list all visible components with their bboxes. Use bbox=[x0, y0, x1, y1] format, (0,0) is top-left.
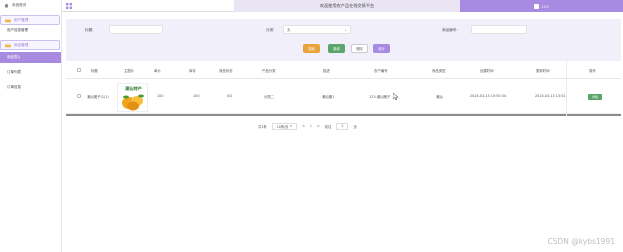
detail-button[interactable]: 详情 bbox=[588, 94, 602, 100]
table-header: 标题 主图片 单价 库存 商品状态 产品分类 描述 农户编号 商品类型 创建时间… bbox=[66, 61, 621, 79]
sidebar-group-label: 商品管理 bbox=[14, 42, 29, 47]
product-image-art: 潮汕特产 bbox=[118, 84, 147, 111]
cell-type: 潮汕 bbox=[436, 95, 443, 99]
goto-label: 前往 bbox=[324, 124, 332, 129]
add-button[interactable]: 新增 bbox=[328, 44, 345, 53]
title-field-label: 标题: bbox=[85, 28, 94, 32]
cell-category: 分类二 bbox=[264, 95, 275, 99]
col-stock: 库存 bbox=[189, 69, 196, 73]
sidebar-item-user-info[interactable]: 用户信息管理 bbox=[0, 25, 61, 36]
table-row[interactable]: 潮汕猪子(1/1) 潮汕特产 100 100 0/2 分类二 潮汕猪1 123-… bbox=[66, 79, 621, 114]
home-icon bbox=[4, 3, 9, 8]
category-select[interactable]: 无 ∨ bbox=[283, 25, 351, 34]
col-action: 操作 bbox=[589, 69, 596, 73]
chevron-down-icon: ∨ bbox=[344, 28, 347, 32]
stats-button[interactable]: 统计 bbox=[373, 44, 390, 53]
cell-created: 2024-03-13 15:50:34 bbox=[470, 94, 507, 98]
product-image: 潮汕特产 bbox=[117, 83, 148, 112]
col-status: 商品状态 bbox=[219, 69, 233, 73]
goods-table: 标题 主图片 单价 库存 商品状态 产品分类 描述 农户编号 商品类型 创建时间… bbox=[66, 61, 621, 116]
col-title: 标题 bbox=[91, 69, 98, 73]
sidebar-group-user[interactable]: 用户管理 bbox=[0, 15, 60, 25]
user-menu[interactable]: 123 bbox=[460, 0, 623, 12]
goto-input[interactable]: 1 bbox=[336, 122, 349, 130]
category-field-label: 分类: bbox=[266, 28, 275, 32]
sidebar-group-goods[interactable]: 商品管理 bbox=[0, 40, 60, 50]
mouse-cursor-icon bbox=[393, 93, 399, 100]
total-count: 共1条 bbox=[258, 124, 267, 129]
page-title: 欢迎使用农产品在线交易平台 bbox=[234, 0, 460, 12]
sidebar: 系统首页 用户管理 用户信息管理 商品管理 商品表() 订单列表 订单信息 bbox=[0, 0, 62, 252]
title-input[interactable] bbox=[109, 25, 163, 34]
crown-icon bbox=[5, 17, 11, 22]
sidebar-item-label: 订单列表 bbox=[7, 70, 21, 74]
search-panel: 标题: 分类: 无 ∨ 商品编号: bbox=[66, 19, 621, 61]
product-no-field-label: 商品编号: bbox=[442, 28, 458, 32]
col-description: 描述 bbox=[323, 69, 330, 73]
product-no-input[interactable] bbox=[471, 25, 527, 34]
pagination: 共1条 10条/页 ∨ < 1 > 前往 1 页 bbox=[258, 122, 357, 130]
cell-farmer-no: 123-潮汕猪子 bbox=[369, 95, 391, 99]
cell-price: 100 bbox=[157, 94, 164, 98]
row-checkbox[interactable] bbox=[77, 94, 81, 98]
sidebar-item-orders[interactable]: 订单列表 bbox=[0, 67, 61, 78]
sidebar-item-label: 订单信息 bbox=[7, 85, 21, 89]
col-image: 主图片 bbox=[124, 69, 135, 73]
col-price: 单价 bbox=[154, 69, 161, 73]
page-size-select[interactable]: 10条/页 ∨ bbox=[271, 122, 298, 130]
sidebar-home[interactable]: 系统首页 bbox=[0, 0, 61, 11]
select-all-checkbox[interactable] bbox=[77, 68, 81, 72]
crown-icon bbox=[5, 42, 11, 47]
menu-grid-icon[interactable] bbox=[66, 3, 72, 9]
col-created: 创建时间 bbox=[480, 69, 494, 73]
cell-stock: 100 bbox=[193, 94, 200, 98]
sidebar-home-label: 系统首页 bbox=[12, 3, 27, 7]
product-image-caption: 潮汕特产 bbox=[125, 85, 142, 92]
cell-status: 0/2 bbox=[227, 94, 233, 98]
sidebar-group-label: 用户管理 bbox=[14, 17, 29, 22]
cell-description: 潮汕猪1 bbox=[322, 95, 335, 99]
sidebar-item-label: 商品表() bbox=[7, 55, 21, 59]
category-select-value: 无 bbox=[287, 28, 291, 32]
cell-updated: 2024-03-13 15:52 bbox=[535, 94, 566, 98]
prev-page-button[interactable]: < bbox=[302, 124, 305, 128]
watermark: CSDN @kybs1991 bbox=[547, 237, 615, 246]
page-number-current[interactable]: 1 bbox=[310, 124, 312, 128]
col-category: 产品分类 bbox=[262, 69, 276, 73]
action-column: 操作 详情 bbox=[566, 61, 621, 116]
col-farmer-no: 农户编号 bbox=[374, 69, 388, 73]
next-page-button[interactable]: > bbox=[317, 124, 320, 128]
user-name: 123 bbox=[541, 3, 549, 9]
col-updated: 更新时间 bbox=[536, 69, 550, 73]
page-suffix: 页 bbox=[353, 124, 357, 129]
chevron-down-icon: ∨ bbox=[289, 124, 293, 128]
sidebar-item-goods[interactable]: 商品表() bbox=[0, 52, 61, 63]
sidebar-item-order-info[interactable]: 订单信息 bbox=[0, 82, 61, 93]
delete-button[interactable]: 删除 bbox=[351, 44, 368, 53]
cell-title: 潮汕猪子(1/1) bbox=[87, 95, 109, 99]
sidebar-item-label: 用户信息管理 bbox=[7, 28, 28, 32]
topbar: 欢迎使用农产品在线交易平台 123 bbox=[62, 0, 623, 12]
col-type: 商品类型 bbox=[432, 69, 446, 73]
page-size-value: 10条/页 bbox=[276, 124, 289, 129]
user-icon bbox=[534, 3, 540, 9]
search-button[interactable]: 搜索 bbox=[303, 44, 320, 53]
